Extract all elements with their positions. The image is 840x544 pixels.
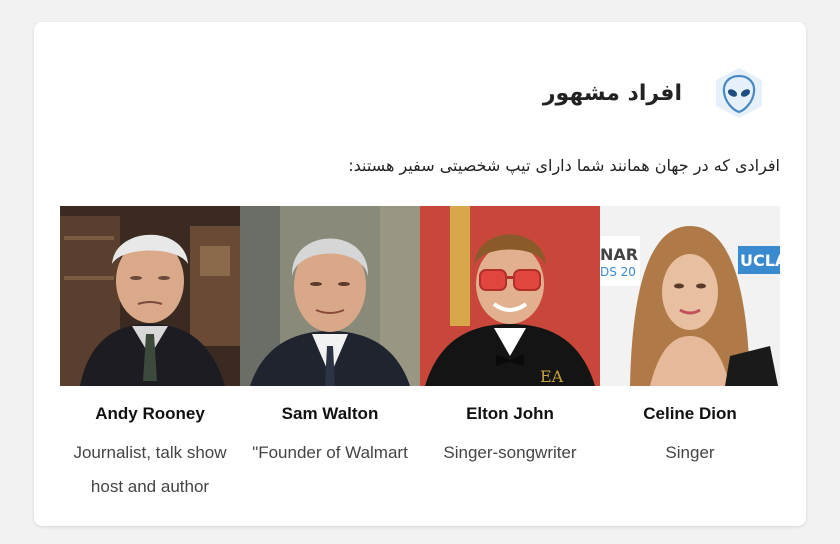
famous-people-card: افراد مشهور افرادی که در جهان همانند شما… xyxy=(34,22,806,526)
alien-icon xyxy=(712,66,766,120)
section-header: افراد مشهور xyxy=(543,66,766,120)
person-role: Singer xyxy=(665,443,715,462)
person-card[interactable]: NAR DS 20 UCLA Celine Dion Singer xyxy=(600,206,780,504)
person-role: Journalist, talk show host and author xyxy=(73,443,227,496)
person-photo: EA xyxy=(420,206,600,386)
person-role: Singer-songwriter xyxy=(443,443,577,462)
svg-text:UCLA: UCLA xyxy=(740,251,780,270)
person-name: Elton John xyxy=(466,404,554,423)
people-row: Andy Rooney Journalist, talk show host a… xyxy=(60,206,780,504)
person-role: "Founder of Walmart xyxy=(252,443,408,462)
person-card[interactable]: EA Elton John Singer-songwriter xyxy=(420,206,600,504)
person-photo xyxy=(240,206,420,386)
svg-text:DS 20: DS 20 xyxy=(600,265,636,279)
section-subtitle: افرادی که در جهان همانند شما دارای تیپ ش… xyxy=(348,156,780,175)
person-photo xyxy=(60,206,240,386)
svg-text:EA: EA xyxy=(540,367,564,386)
person-name: Sam Walton xyxy=(281,404,379,423)
person-photo: NAR DS 20 UCLA xyxy=(600,206,780,386)
person-card[interactable]: Andy Rooney Journalist, talk show host a… xyxy=(60,206,240,504)
page-title: افراد مشهور xyxy=(542,80,682,106)
person-name: Celine Dion xyxy=(643,404,737,423)
person-name: Andy Rooney xyxy=(95,404,205,423)
person-card[interactable]: Sam Walton "Founder of Walmart xyxy=(240,206,420,504)
svg-text:NAR: NAR xyxy=(600,245,638,264)
